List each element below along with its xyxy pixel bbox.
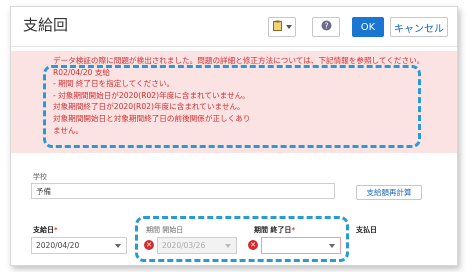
chevron-down-icon bbox=[285, 25, 292, 29]
dialog-header: 支給回 ? OK キャンセル bbox=[11, 7, 457, 43]
pay-date-label: 支給日* bbox=[33, 225, 58, 235]
ok-button[interactable]: OK bbox=[352, 17, 384, 37]
school-label: 学校 bbox=[33, 173, 47, 181]
payment-date-label: 支払日 bbox=[356, 226, 377, 234]
help-button[interactable]: ? bbox=[312, 17, 340, 37]
help-icon: ? bbox=[321, 20, 332, 34]
header-divider bbox=[11, 46, 457, 47]
svg-text:?: ? bbox=[324, 21, 328, 30]
school-field[interactable]: 予備 bbox=[31, 183, 335, 199]
dialog: 支給回 ? OK キャンセル データ検証の際に問題が検出されました。問題の詳細と… bbox=[10, 6, 458, 266]
pay-date-select[interactable]: 2020/04/20 bbox=[31, 237, 127, 254]
chevron-down-icon bbox=[115, 244, 121, 248]
field-error-highlight-frame bbox=[135, 216, 349, 262]
dialog-title: 支給回 bbox=[23, 16, 69, 34]
clipboard-icon bbox=[272, 20, 282, 34]
clipboard-menu-button[interactable] bbox=[268, 17, 296, 37]
cancel-button[interactable]: キャンセル bbox=[390, 17, 448, 37]
error-highlight-frame bbox=[43, 65, 421, 148]
recalc-button[interactable]: 支給額再計算 bbox=[356, 185, 422, 200]
required-mark: * bbox=[54, 226, 58, 234]
pay-date-value: 2020/04/20 bbox=[36, 241, 80, 250]
pay-date-label-text: 支給日 bbox=[33, 226, 54, 234]
